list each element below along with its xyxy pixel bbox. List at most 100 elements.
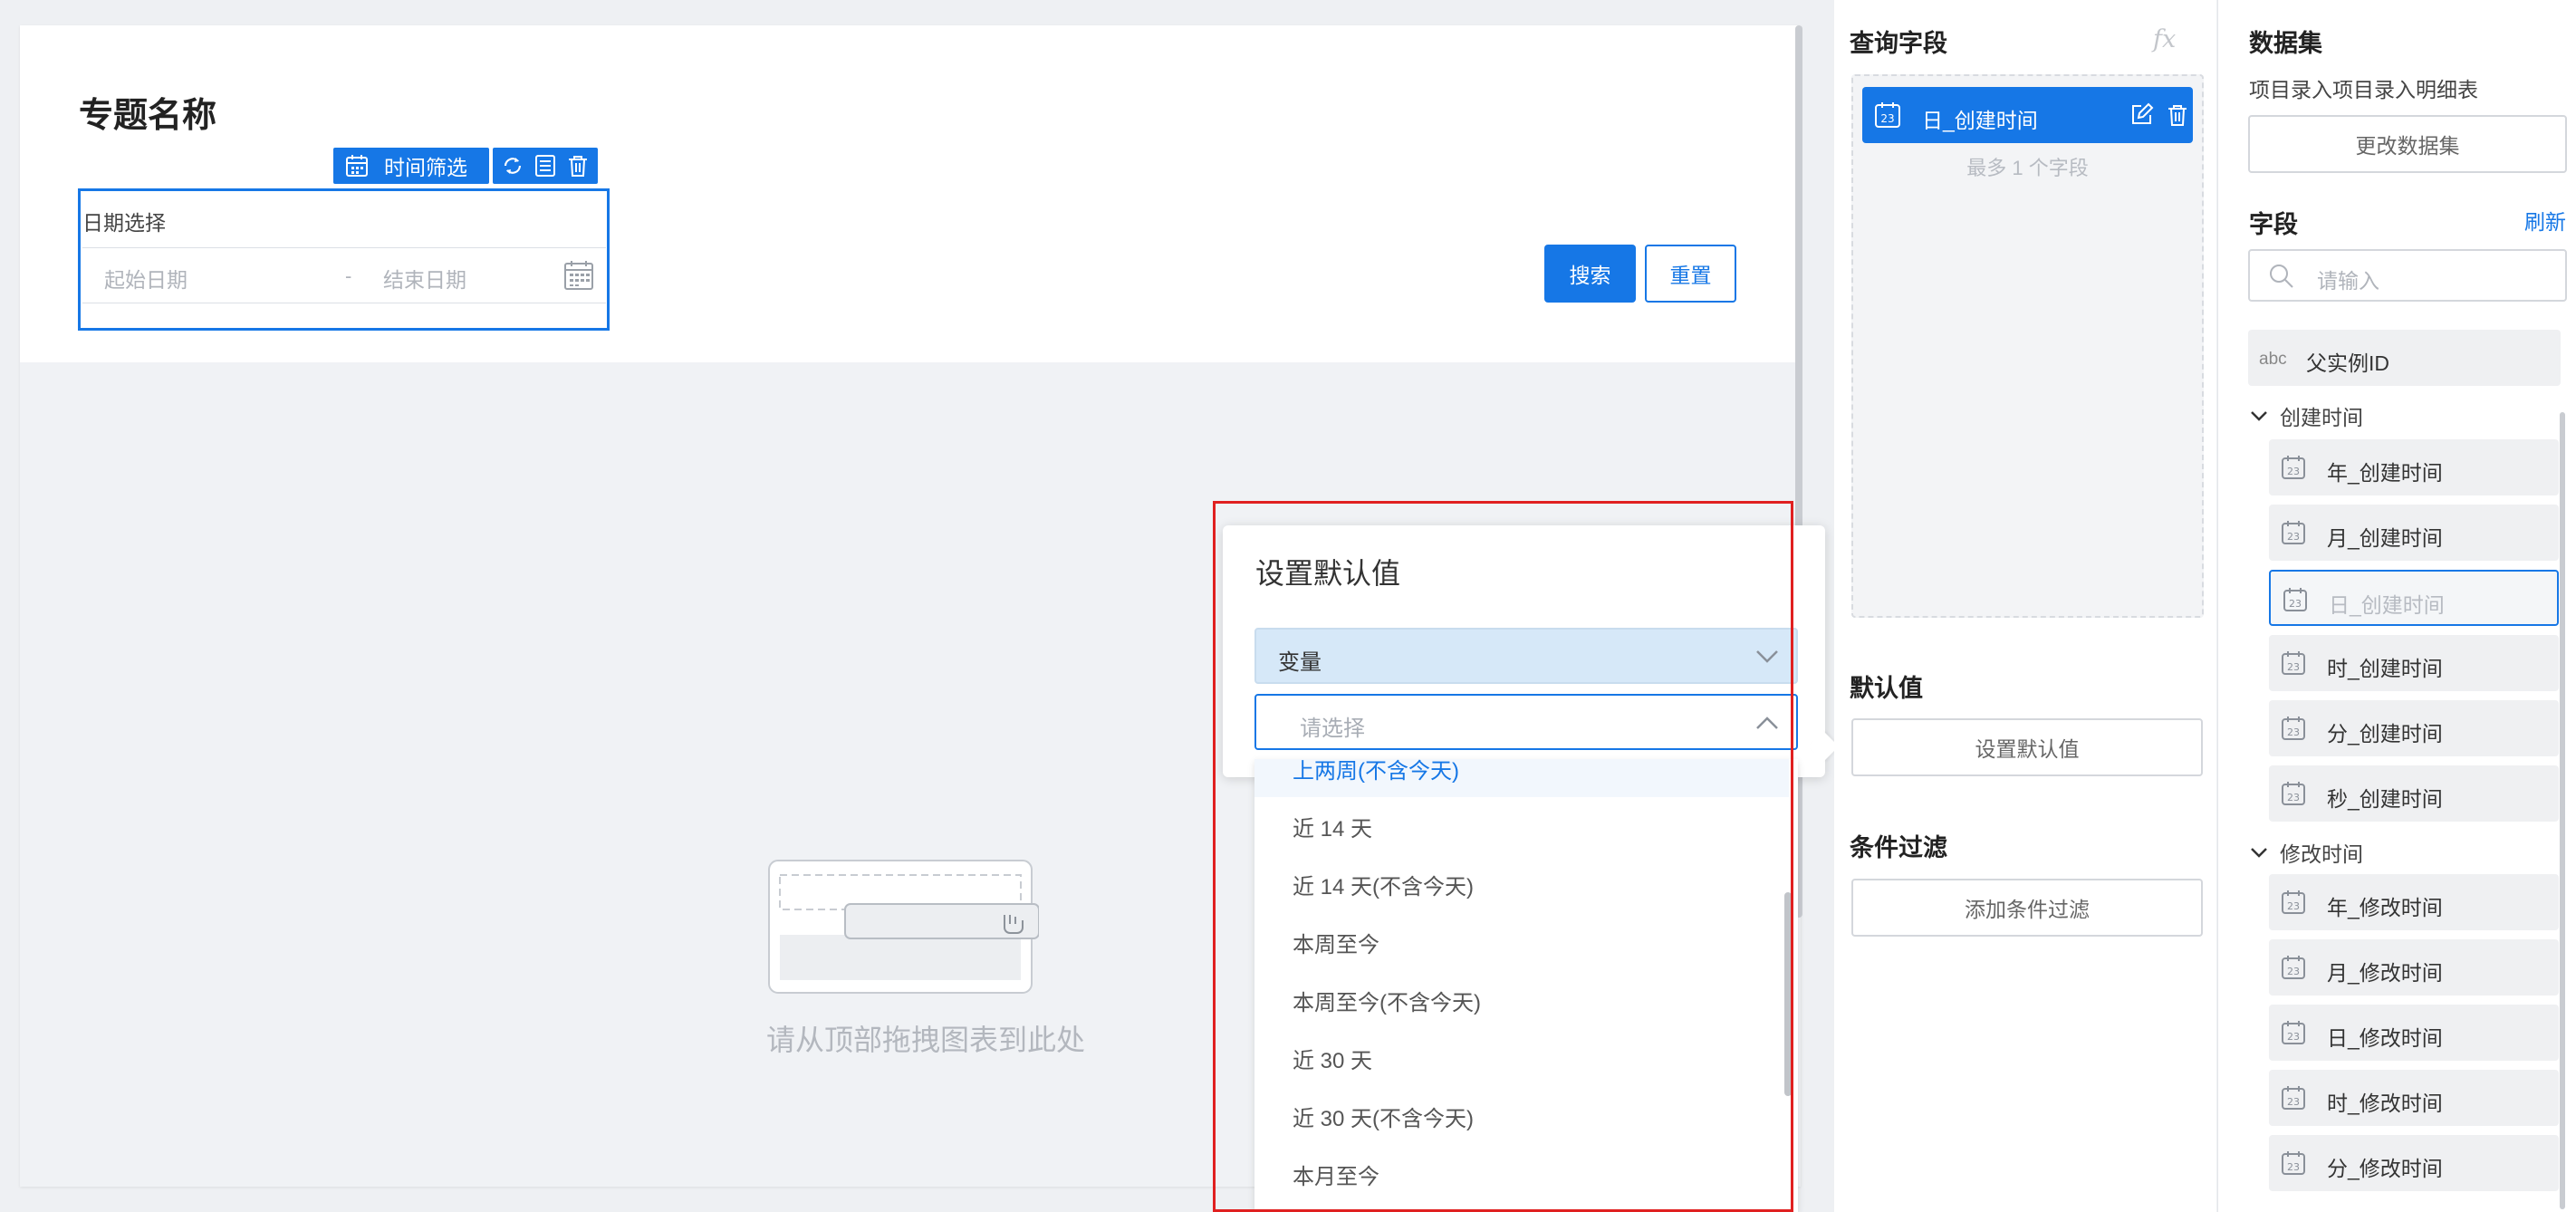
date-field-icon: 23 [2282, 782, 2305, 805]
query-fields-title: 查询字段 [1850, 30, 1947, 57]
field-label: 月_创建时间 [2327, 526, 2443, 550]
edit-icon[interactable] [2129, 102, 2154, 128]
start-date-input[interactable]: 起始日期 [104, 263, 187, 293]
chevron-down-icon [2251, 411, 2267, 421]
svg-text:23: 23 [2287, 661, 2300, 673]
date-range-picker[interactable]: 起始日期 - 结束日期 [82, 247, 606, 303]
dataset-title: 数据集 [2249, 30, 2322, 57]
date-field-icon: 23 [2282, 521, 2305, 544]
field-label: 年_创建时间 [2327, 461, 2443, 485]
field-item-parent-id[interactable]: abc 父实例ID [2248, 330, 2561, 386]
svg-text:23: 23 [2287, 726, 2300, 738]
svg-text:23: 23 [2287, 531, 2300, 543]
time-filter-tag[interactable]: 时间筛选 [333, 148, 489, 184]
field-label: 日_修改时间 [2327, 1026, 2443, 1050]
svg-text:23: 23 [2289, 598, 2302, 610]
svg-text:23: 23 [2287, 792, 2300, 803]
option-item[interactable]: 近 14 天 [1254, 797, 1789, 855]
formula-icon[interactable]: fx [2153, 25, 2176, 53]
field-item[interactable]: 23 分_修改时间 [2269, 1135, 2559, 1191]
range-separator: - [345, 265, 352, 287]
filter-config-panel: 查询字段 fx 23 日_创建时间 最多 1 个字段 默认值 设置默认值 条件过… [1834, 0, 2216, 1212]
dataset-name: 项目录入项目录入明细表 [2249, 78, 2478, 101]
date-field-icon: 23 [2282, 717, 2305, 740]
drag-chart-illustration [768, 860, 1039, 994]
field-item[interactable]: 23 日_修改时间 [2269, 1005, 2559, 1061]
trash-icon[interactable] [2165, 102, 2190, 128]
empty-canvas-hint: 请从顶部拖拽图表到此处 [765, 1024, 1085, 1056]
field-item[interactable]: 23 时_修改时间 [2269, 1070, 2559, 1126]
date-filter-widget[interactable]: 日期选择 起始日期 - 结束日期 [78, 188, 610, 331]
field-label: 年_修改时间 [2327, 896, 2443, 919]
default-value-title: 默认值 [1850, 675, 1923, 702]
svg-text:23: 23 [2287, 1161, 2300, 1173]
field-label: 秒_创建时间 [2327, 787, 2443, 811]
option-item[interactable]: 近 14 天(不含今天) [1254, 855, 1789, 913]
widget-toolbar: 时间筛选 [333, 148, 598, 184]
topic-title[interactable]: 专题名称 [79, 87, 216, 137]
default-value-popover: 设置默认值 变量 请选择 [1223, 525, 1825, 777]
query-field-dropzone[interactable]: 23 日_创建时间 最多 1 个字段 [1851, 74, 2204, 618]
field-group-header[interactable]: 创建时间 [2249, 400, 2363, 431]
reset-button[interactable]: 重置 [1645, 245, 1736, 303]
text-type-tag: abc [2259, 350, 2287, 369]
dropdown-scrollbar[interactable] [1784, 892, 1792, 1096]
date-field-icon: 23 [2282, 1151, 2305, 1175]
dataset-panel: 数据集 项目录入项目录入明细表 更改数据集 字段 刷新 请输入 abc 父实例I… [2217, 0, 2576, 1212]
field-group-header[interactable]: 修改时间 [2249, 837, 2363, 868]
field-search-placeholder: 请输入 [2317, 269, 2379, 293]
max-fields-hint: 最多 1 个字段 [1966, 157, 2089, 179]
field-search-input[interactable]: 请输入 [2248, 249, 2567, 302]
change-dataset-button[interactable]: 更改数据集 [2248, 115, 2567, 173]
end-date-input[interactable]: 结束日期 [383, 263, 466, 293]
field-label: 分_创建时间 [2327, 722, 2443, 745]
query-field-chip[interactable]: 23 日_创建时间 [1862, 87, 2193, 143]
option-item[interactable]: 近 30 天 [1254, 1029, 1789, 1087]
query-field-label: 日_创建时间 [1922, 109, 2038, 132]
date-filter-label: 日期选择 [82, 211, 166, 235]
field-item[interactable]: 23 时_创建时间 [2269, 635, 2559, 691]
filter-header-area: 专题名称 时间筛选 日期选择 起始日期 - 结束日期 搜索 重置 [20, 25, 1801, 362]
svg-text:23: 23 [2287, 466, 2300, 477]
svg-text:23: 23 [2287, 900, 2300, 912]
field-item[interactable]: 23 月_创建时间 [2269, 505, 2559, 561]
calendar-icon[interactable] [562, 259, 595, 292]
field-group-label: 创建时间 [2280, 406, 2363, 429]
svg-text:23: 23 [1880, 112, 1894, 125]
set-default-button[interactable]: 设置默认值 [1851, 718, 2203, 776]
svg-text:23: 23 [2287, 966, 2300, 977]
field-item[interactable]: 23 月_修改时间 [2269, 939, 2559, 996]
chevron-down-icon [1756, 650, 1778, 663]
date-field-icon: 23 [2282, 651, 2305, 675]
variable-select[interactable]: 请选择 [1254, 694, 1798, 750]
option-item[interactable]: 近 30 天(不含今天) [1254, 1087, 1789, 1145]
trash-icon[interactable] [565, 153, 591, 178]
field-item[interactable]: 23 年_创建时间 [2269, 439, 2559, 495]
option-item[interactable]: 上两周(不含今天) [1254, 759, 1789, 797]
add-condition-filter-button[interactable]: 添加条件过滤 [1851, 879, 2203, 937]
field-item[interactable]: 23 分_创建时间 [2269, 700, 2559, 756]
date-field-icon: 23 [2283, 588, 2307, 611]
field-label: 月_修改时间 [2327, 961, 2443, 985]
option-item[interactable]: 本周至今 [1254, 913, 1789, 971]
svg-text:23: 23 [2287, 1096, 2300, 1108]
refresh-link[interactable]: 刷新 [2524, 205, 2566, 236]
switch-icon[interactable] [500, 153, 525, 178]
option-item[interactable]: 本月至今 [1254, 1145, 1789, 1203]
field-group-label: 修改时间 [2280, 842, 2363, 866]
default-type-value: 变量 [1278, 650, 1322, 675]
field-item[interactable]: 23 年_修改时间 [2269, 874, 2559, 930]
widget-actions [493, 148, 598, 184]
calendar-icon [346, 155, 368, 177]
default-type-select[interactable]: 变量 [1254, 628, 1798, 684]
search-button[interactable]: 搜索 [1544, 245, 1636, 303]
variable-select-placeholder: 请选择 [1300, 717, 1365, 741]
time-filter-label: 时间筛选 [384, 156, 467, 179]
dataset-scrollbar[interactable] [2560, 412, 2565, 1209]
variable-options-dropdown: 上两周(不含今天) 近 14 天 近 14 天(不含今天) 本周至今 本周至今(… [1254, 759, 1798, 1212]
list-icon[interactable] [533, 153, 558, 178]
field-item[interactable]: 23 秒_创建时间 [2269, 765, 2559, 822]
option-item[interactable]: 本周至今(不含今天) [1254, 971, 1789, 1029]
date-field-icon: 23 [2282, 956, 2305, 979]
field-item[interactable]: 23 日_创建时间 [2269, 570, 2559, 626]
